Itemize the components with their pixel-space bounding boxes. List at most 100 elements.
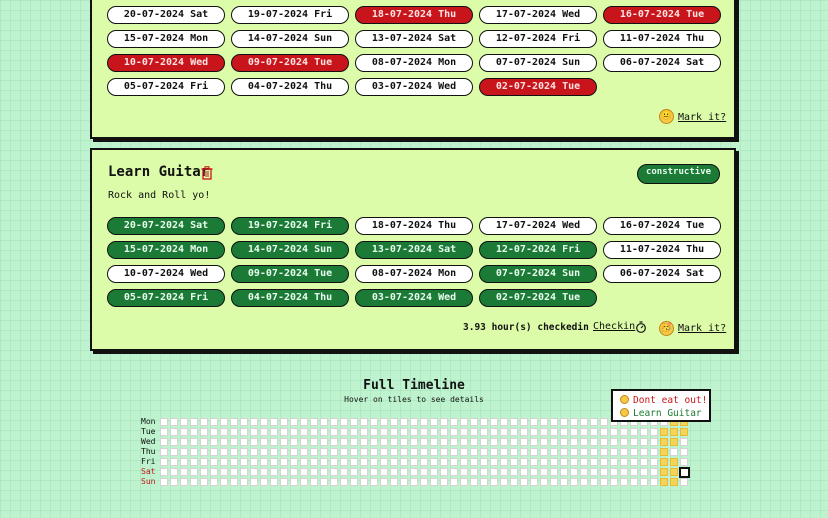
- timeline-tile[interactable]: [230, 448, 238, 456]
- timeline-tile[interactable]: [200, 438, 208, 446]
- timeline-tile[interactable]: [630, 458, 638, 466]
- timeline-tile[interactable]: [500, 458, 508, 466]
- timeline-tile[interactable]: [460, 438, 468, 446]
- timeline-tile[interactable]: [650, 478, 658, 486]
- timeline-tile[interactable]: [270, 468, 278, 476]
- timeline-tile[interactable]: [310, 428, 318, 436]
- timeline-tile[interactable]: [560, 438, 568, 446]
- timeline-tile[interactable]: [170, 428, 178, 436]
- timeline-tile[interactable]: [190, 418, 198, 426]
- timeline-tile[interactable]: [660, 428, 668, 436]
- timeline-tile[interactable]: [370, 438, 378, 446]
- timeline-tile[interactable]: [660, 468, 668, 476]
- timeline-tile[interactable]: [280, 428, 288, 436]
- timeline-tile[interactable]: [330, 438, 338, 446]
- timeline-tile[interactable]: [400, 448, 408, 456]
- timeline-tile[interactable]: [650, 438, 658, 446]
- timeline-tile[interactable]: [480, 478, 488, 486]
- timeline-tile[interactable]: [480, 418, 488, 426]
- timeline-tile[interactable]: [510, 438, 518, 446]
- timeline-tile[interactable]: [350, 428, 358, 436]
- timeline-tile[interactable]: [550, 458, 558, 466]
- date-pill[interactable]: 09-07-2024 Tue: [231, 265, 349, 283]
- timeline-tile[interactable]: [310, 468, 318, 476]
- timeline-tile[interactable]: [610, 428, 618, 436]
- timeline-tile[interactable]: [610, 468, 618, 476]
- timeline-tile[interactable]: [460, 448, 468, 456]
- timeline-tile[interactable]: [560, 468, 568, 476]
- timeline-tile[interactable]: [680, 458, 688, 466]
- timeline-tile[interactable]: [260, 418, 268, 426]
- timeline-tile[interactable]: [520, 418, 528, 426]
- timeline-tile[interactable]: [280, 478, 288, 486]
- timeline-tile[interactable]: [410, 418, 418, 426]
- timeline-tile[interactable]: [440, 418, 448, 426]
- timeline-tile[interactable]: [380, 418, 388, 426]
- timeline-tile[interactable]: [420, 428, 428, 436]
- timeline-tile[interactable]: [670, 468, 678, 476]
- timeline-tile[interactable]: [570, 458, 578, 466]
- timeline-tile[interactable]: [320, 468, 328, 476]
- timeline-tile[interactable]: [460, 468, 468, 476]
- timeline-tile[interactable]: [380, 448, 388, 456]
- timeline-tile[interactable]: [180, 468, 188, 476]
- timeline-tile[interactable]: [260, 478, 268, 486]
- timeline-tile[interactable]: [360, 468, 368, 476]
- timeline-tile[interactable]: [580, 468, 588, 476]
- timeline-tile[interactable]: [580, 428, 588, 436]
- date-pill[interactable]: 07-07-2024 Sun: [479, 54, 597, 72]
- timeline-tile[interactable]: [270, 438, 278, 446]
- timeline-tile[interactable]: [470, 458, 478, 466]
- timeline-tile[interactable]: [460, 458, 468, 466]
- timeline-tile[interactable]: [330, 448, 338, 456]
- timeline-tile[interactable]: [230, 468, 238, 476]
- timeline-tile[interactable]: [510, 468, 518, 476]
- timeline-tile[interactable]: [610, 448, 618, 456]
- timeline-tile[interactable]: [400, 418, 408, 426]
- timeline-tile[interactable]: [220, 468, 228, 476]
- timeline-tile[interactable]: [610, 438, 618, 446]
- timeline-tile[interactable]: [340, 458, 348, 466]
- timeline-tile[interactable]: [400, 428, 408, 436]
- timeline-tile[interactable]: [650, 448, 658, 456]
- timeline-tile[interactable]: [670, 478, 678, 486]
- timeline-tile[interactable]: [630, 438, 638, 446]
- timeline-tile[interactable]: [680, 478, 688, 486]
- timeline-tile[interactable]: [450, 438, 458, 446]
- timeline-tile[interactable]: [590, 468, 598, 476]
- timeline-tile[interactable]: [420, 448, 428, 456]
- timeline-tile[interactable]: [570, 418, 578, 426]
- timeline-tile[interactable]: [240, 468, 248, 476]
- timeline-tile[interactable]: [250, 418, 258, 426]
- timeline-tile[interactable]: [550, 438, 558, 446]
- timeline-tile[interactable]: [330, 418, 338, 426]
- timeline-tile[interactable]: [230, 438, 238, 446]
- timeline-tile[interactable]: [590, 438, 598, 446]
- checkin-link[interactable]: Checkin: [593, 321, 635, 332]
- timeline-tile[interactable]: [650, 428, 658, 436]
- date-pill[interactable]: 18-07-2024 Thu: [355, 6, 473, 24]
- timeline-tile[interactable]: [460, 428, 468, 436]
- timeline-tile[interactable]: [320, 418, 328, 426]
- timeline-tile[interactable]: [260, 438, 268, 446]
- timeline-tile[interactable]: [180, 458, 188, 466]
- timeline-tile[interactable]: [640, 448, 648, 456]
- timeline-tile[interactable]: [590, 478, 598, 486]
- timeline-tile[interactable]: [410, 458, 418, 466]
- timeline-tile[interactable]: [600, 458, 608, 466]
- timeline-tile[interactable]: [620, 428, 628, 436]
- timeline-tile[interactable]: [540, 468, 548, 476]
- timeline-tile[interactable]: [260, 428, 268, 436]
- timeline-tile[interactable]: [300, 478, 308, 486]
- timeline-tile[interactable]: [280, 468, 288, 476]
- timeline-tile[interactable]: [530, 468, 538, 476]
- timeline-tile[interactable]: [230, 458, 238, 466]
- timeline-tile[interactable]: [230, 418, 238, 426]
- timeline-tile[interactable]: [420, 438, 428, 446]
- timeline-tile[interactable]: [230, 478, 238, 486]
- timeline-tile[interactable]: [450, 478, 458, 486]
- timeline-tile[interactable]: [400, 438, 408, 446]
- date-pill[interactable]: 05-07-2024 Fri: [107, 289, 225, 307]
- timeline-tile[interactable]: [250, 458, 258, 466]
- timeline-tile[interactable]: [500, 438, 508, 446]
